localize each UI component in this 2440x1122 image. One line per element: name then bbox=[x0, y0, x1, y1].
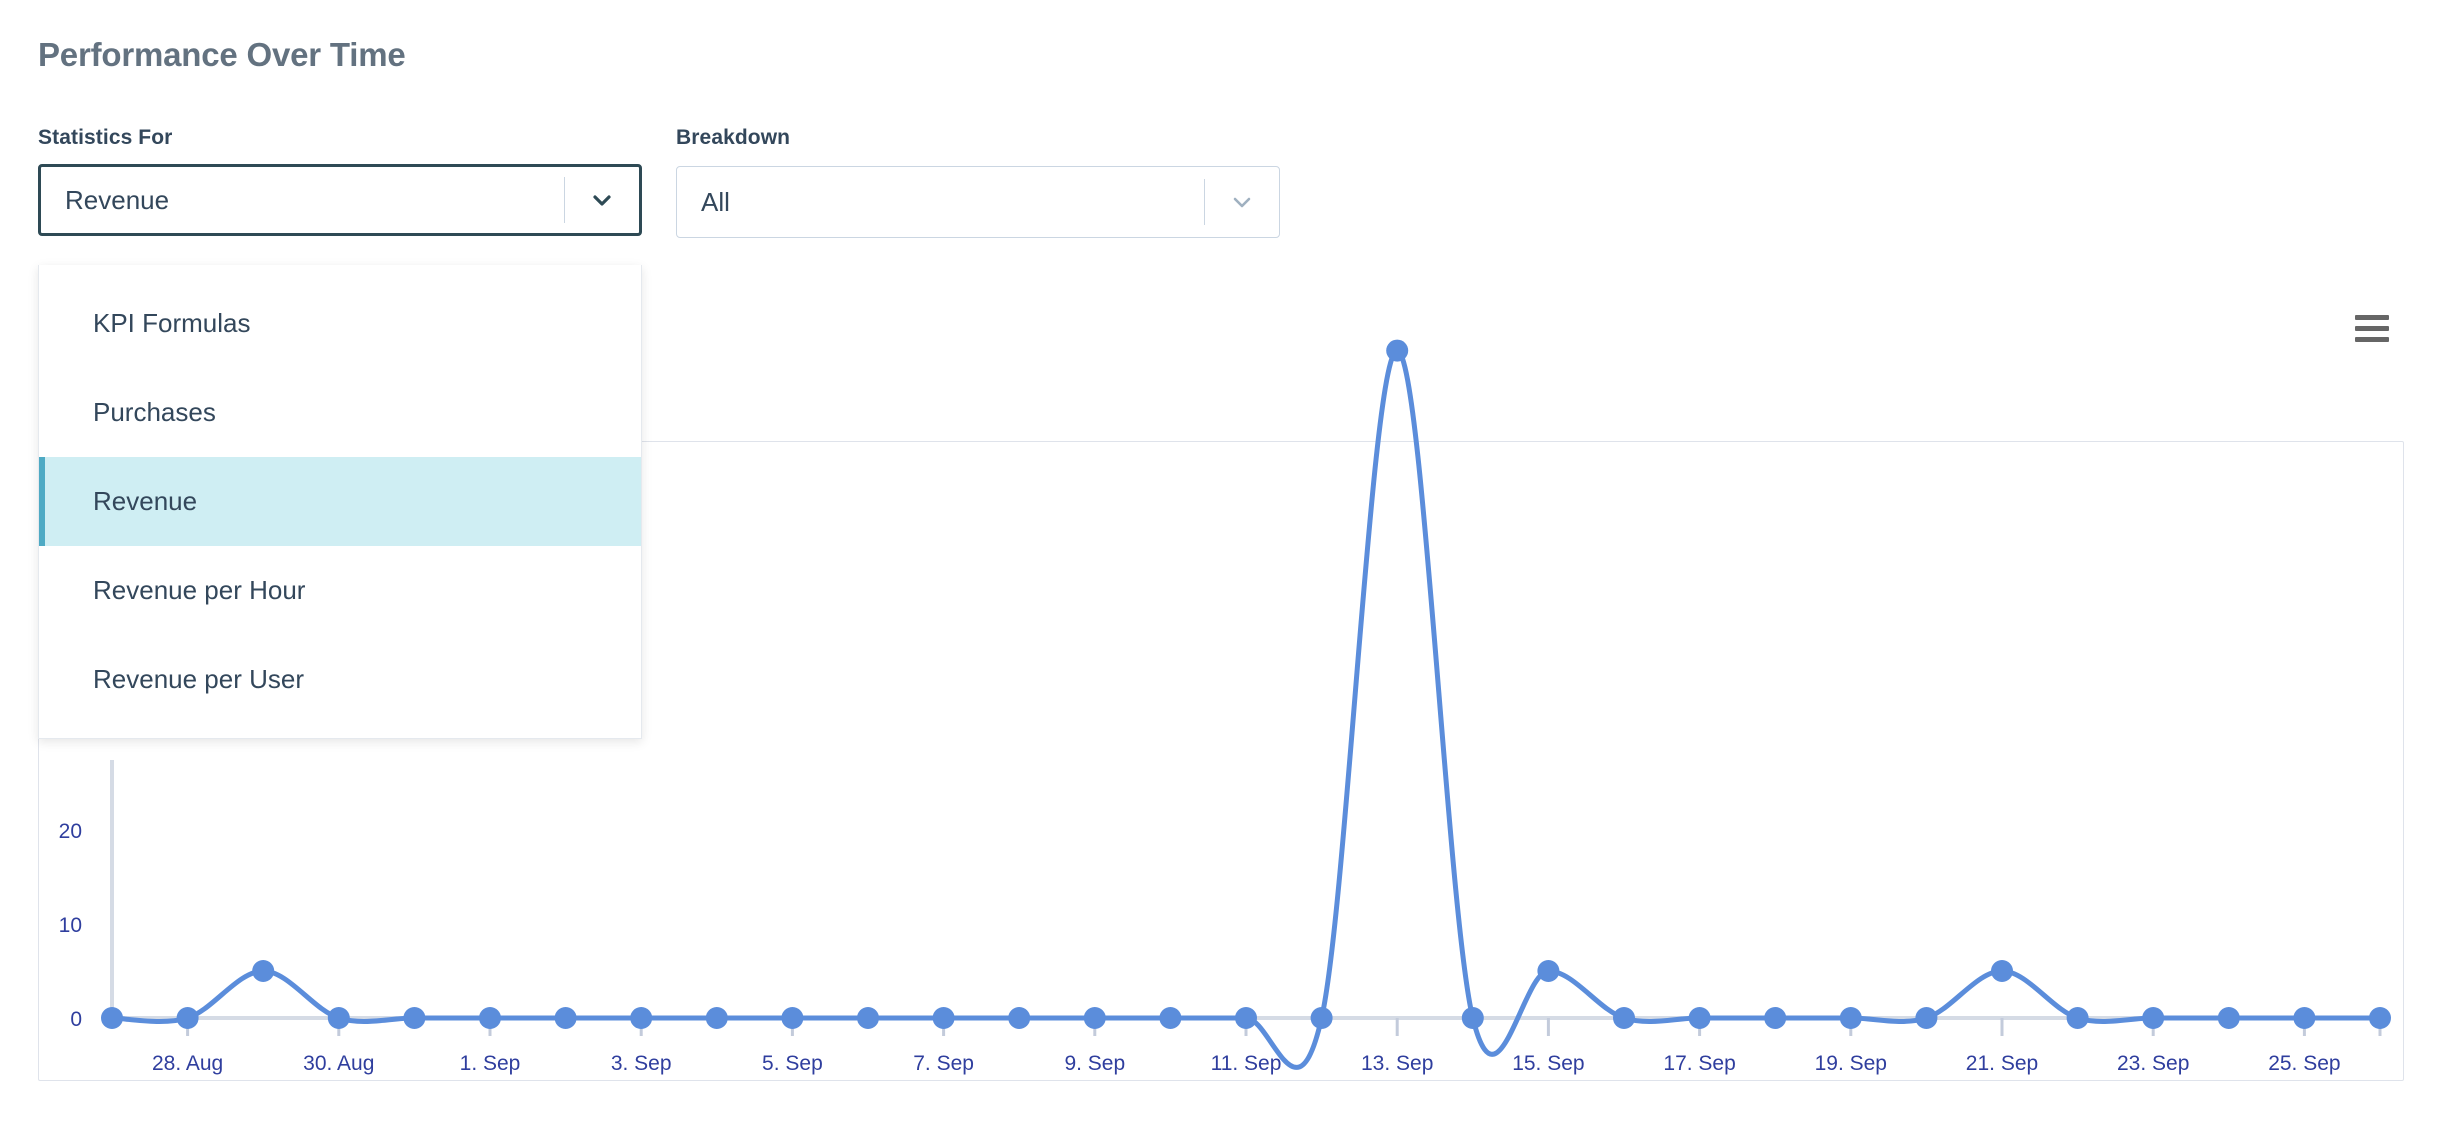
hamburger-bar bbox=[2355, 315, 2389, 320]
page-title: Performance Over Time bbox=[38, 36, 406, 73]
chevron-down-icon bbox=[593, 195, 611, 206]
hamburger-bar bbox=[2355, 337, 2389, 342]
data-point-marker bbox=[1386, 339, 1409, 362]
breakdown-chevron-button[interactable] bbox=[1205, 190, 1279, 214]
dropdown-option-label: Purchases bbox=[93, 397, 216, 427]
dropdown-option-label: Revenue bbox=[93, 486, 198, 516]
dropdown-option-revenue[interactable]: Revenue bbox=[39, 457, 641, 546]
breakdown-selected-value: All bbox=[701, 186, 730, 217]
statistics-for-label: Statistics For bbox=[38, 126, 173, 149]
dropdown-option-revenue-per-user[interactable]: Revenue per User bbox=[39, 635, 641, 724]
breakdown-select[interactable]: All bbox=[676, 166, 1280, 238]
dropdown-option-revenue-per-hour[interactable]: Revenue per Hour bbox=[39, 546, 641, 635]
statistics-for-select[interactable]: Revenue bbox=[38, 164, 642, 236]
dropdown-option-label: Revenue per User bbox=[93, 664, 304, 694]
dropdown-option-kpi-formulas[interactable]: KPI Formulas bbox=[39, 279, 641, 368]
performance-over-time-panel: Performance Over Time Statistics For Bre… bbox=[0, 0, 2440, 1122]
breakdown-label: Breakdown bbox=[676, 126, 791, 149]
statistics-for-chevron-button[interactable] bbox=[565, 188, 639, 212]
statistics-for-selected-value: Revenue bbox=[65, 184, 170, 215]
hamburger-bar bbox=[2355, 326, 2389, 331]
statistics-for-dropdown-menu[interactable]: KPI Formulas Purchases Revenue Revenue p… bbox=[38, 265, 642, 739]
dropdown-option-purchases[interactable]: Purchases bbox=[39, 368, 641, 457]
chevron-down-icon bbox=[1233, 197, 1251, 208]
hamburger-menu-icon[interactable] bbox=[2355, 315, 2389, 342]
dropdown-option-label: Revenue per Hour bbox=[93, 575, 306, 605]
dropdown-option-label: KPI Formulas bbox=[93, 308, 251, 338]
